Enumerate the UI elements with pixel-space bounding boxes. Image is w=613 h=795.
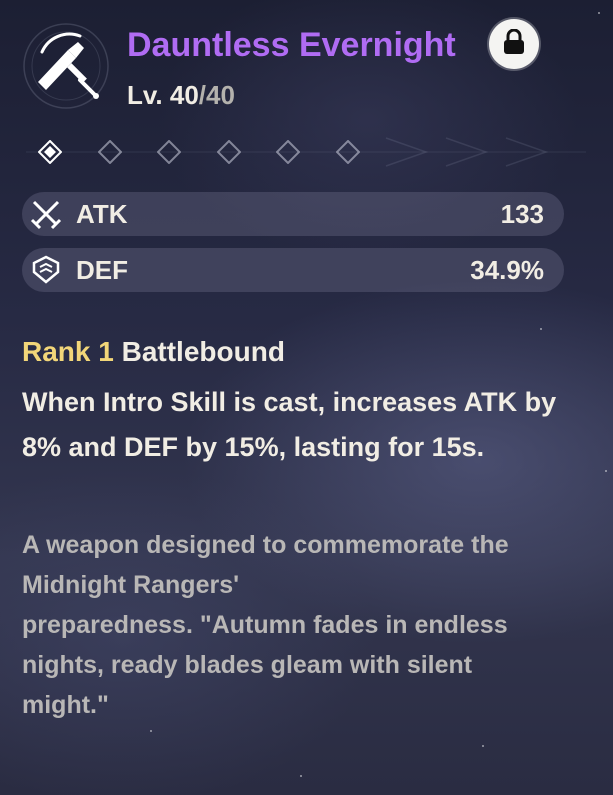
lore-text: A weapon designed to commemorate the Mid… xyxy=(22,525,582,725)
rank-indicator xyxy=(26,130,586,174)
star xyxy=(540,328,542,330)
shield-icon xyxy=(28,252,64,288)
level-max: 40 xyxy=(206,80,235,110)
rank-diamond-active xyxy=(37,139,63,165)
passive-description: When Intro Skill is cast, increases ATK … xyxy=(22,387,557,462)
lock-icon xyxy=(502,28,526,60)
stat-row-atk: ATK 133 xyxy=(22,192,564,236)
stat-name: DEF xyxy=(76,254,128,285)
weapon-name: Dauntless Evernight xyxy=(127,26,456,64)
lock-button[interactable] xyxy=(489,19,539,69)
level-separator: / xyxy=(198,80,207,110)
star xyxy=(150,730,152,732)
star xyxy=(598,12,600,14)
rank-diamond-inactive xyxy=(156,139,182,165)
broadsword-icon xyxy=(22,22,110,110)
star xyxy=(300,775,302,777)
lore-line: Midnight Rangers' xyxy=(22,571,240,599)
stat-name: ATK xyxy=(76,198,128,229)
level-current: 40 xyxy=(169,80,199,110)
rank-diamond-inactive xyxy=(275,139,301,165)
rank-diamond-inactive xyxy=(335,139,360,165)
weapon-level: Lv. 40/40 xyxy=(127,80,235,111)
lore-line: nights, ready blades gleam with silent xyxy=(22,651,473,679)
star xyxy=(482,745,484,747)
level-label: Lv. xyxy=(127,80,170,110)
crossed-swords-icon xyxy=(28,196,64,232)
passive-name: Battlebound xyxy=(121,336,285,367)
stat-row-def: DEF 34.9% xyxy=(22,248,564,292)
lore-line: preparedness. "Autumn fades in endless xyxy=(22,611,508,639)
rank-diamond-inactive xyxy=(216,139,241,165)
stat-value: 133 xyxy=(500,198,544,229)
passive-rank-label: Rank 1 xyxy=(22,336,114,367)
star xyxy=(605,470,607,472)
lore-line: might." xyxy=(22,691,109,719)
passive-title: Rank 1 Battlebound xyxy=(22,336,285,368)
lore-line: A weapon designed to commemorate the xyxy=(22,531,509,559)
rank-diamond-inactive xyxy=(97,139,122,165)
stat-value: 34.9% xyxy=(470,254,544,285)
